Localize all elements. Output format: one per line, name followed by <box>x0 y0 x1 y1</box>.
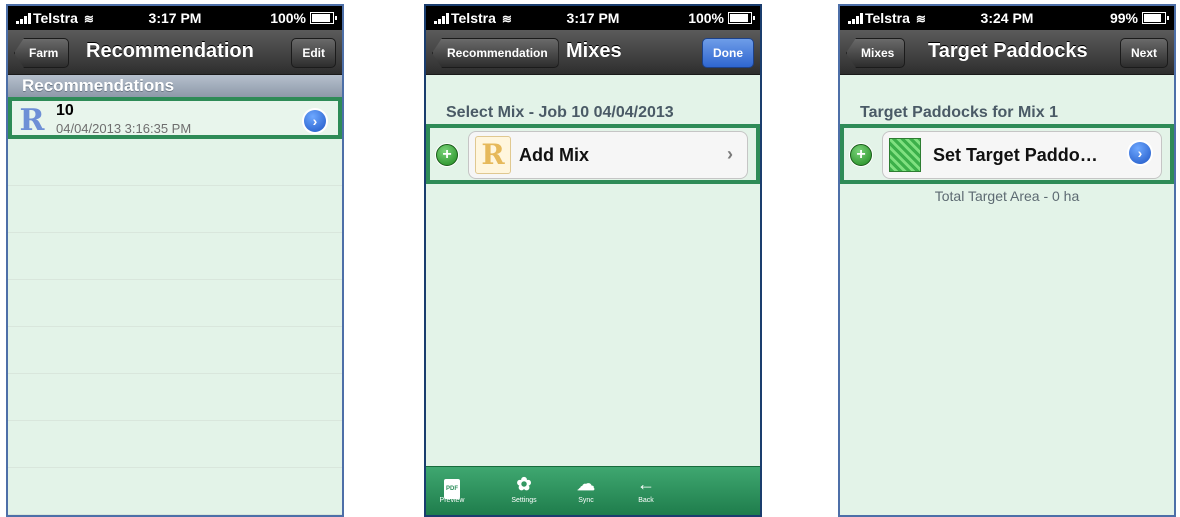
status-bar: Telstra ≋ 3:17 PM 100% <box>8 6 342 30</box>
paddock-icon <box>889 138 921 172</box>
status-bar: Telstra ≋ 3:24 PM 99% <box>840 6 1174 30</box>
back-button-farm[interactable]: Farm <box>14 38 70 68</box>
set-target-paddock-row[interactable]: + Set Target Paddo… › <box>840 124 1174 184</box>
total-target-area: Total Target Area - 0 ha <box>934 188 1080 204</box>
section-heading: Select Mix - Job 10 04/04/2013 <box>446 104 674 121</box>
preview-button[interactable]: PDF Preview <box>432 471 472 504</box>
page-title: Recommendation <box>86 40 254 62</box>
detail-disclosure-icon[interactable]: › <box>1129 142 1151 164</box>
recommendation-row[interactable]: R 10 04/04/2013 3:16:35 PM › <box>8 97 342 139</box>
empty-row <box>8 280 342 327</box>
battery-label: 100% <box>270 10 306 26</box>
battery-icon <box>728 12 755 24</box>
bottom-toolbar: PDF Preview ✿ Settings ☁ Sync ← Back <box>426 466 760 515</box>
page-title: Mixes <box>566 40 622 62</box>
nav-bar: Mixes Target Paddocks Next <box>840 30 1174 75</box>
next-button[interactable]: Next <box>1119 38 1168 68</box>
phone-screen-mixes: Telstra ≋ 3:17 PM 100% Recommendation Mix… <box>424 4 762 517</box>
add-mix-label: Add Mix <box>519 145 589 165</box>
recommendation-r-icon: R <box>19 103 45 138</box>
add-plus-icon[interactable]: + <box>850 144 872 166</box>
pdf-icon: PDF <box>432 471 472 499</box>
set-target-paddock-label: Set Target Paddo… <box>933 145 1098 165</box>
empty-row <box>8 374 342 421</box>
back-toolbar-button[interactable]: ← Back <box>626 471 666 504</box>
section-heading: Target Paddocks for Mix 1 <box>860 104 1058 121</box>
row-subtitle: 04/04/2013 3:16:35 PM <box>56 121 192 136</box>
nav-bar: Farm Recommendation Edit <box>8 30 342 75</box>
empty-row <box>8 233 342 280</box>
settings-button[interactable]: ✿ Settings <box>504 471 544 504</box>
add-mix-row[interactable]: + R Add Mix › <box>426 124 760 184</box>
empty-row <box>8 468 342 515</box>
set-target-paddock-cell[interactable]: Set Target Paddo… › <box>882 131 1162 179</box>
add-plus-icon[interactable]: + <box>436 144 458 166</box>
empty-row <box>8 421 342 468</box>
battery-icon <box>1142 12 1169 24</box>
section-header: Recommendations <box>8 75 342 97</box>
battery-label: 100% <box>688 10 724 26</box>
battery-label: 99% <box>1109 10 1138 26</box>
sync-button[interactable]: ☁ Sync <box>566 471 606 504</box>
phone-screen-recommendation: Telstra ≋ 3:17 PM 100% Farm Recommendatio… <box>6 4 344 517</box>
arrow-left-icon: ← <box>637 474 655 494</box>
back-button-mixes[interactable]: Mixes <box>846 38 906 68</box>
chevron-right-icon: › <box>727 144 733 164</box>
empty-row <box>8 327 342 374</box>
done-button[interactable]: Done <box>702 38 754 68</box>
back-button-recommendation[interactable]: Recommendation <box>432 38 559 68</box>
row-title: 10 <box>56 102 74 119</box>
battery-icon <box>310 12 337 24</box>
mix-r-icon: R <box>475 136 511 174</box>
add-mix-cell[interactable]: R Add Mix › <box>468 131 748 179</box>
gear-icon: ✿ <box>516 474 532 494</box>
cloud-sync-icon: ☁ <box>577 474 595 494</box>
empty-row <box>8 186 342 233</box>
detail-disclosure-icon[interactable]: › <box>304 110 326 132</box>
nav-bar: Recommendation Mixes Done <box>426 30 760 75</box>
empty-row <box>8 139 342 186</box>
phone-screen-target-paddocks: Telstra ≋ 3:24 PM 99% Mixes Target Paddoc… <box>838 4 1176 517</box>
edit-button[interactable]: Edit <box>291 38 336 68</box>
status-bar: Telstra ≋ 3:17 PM 100% <box>426 6 760 30</box>
page-title: Target Paddocks <box>928 40 1088 62</box>
